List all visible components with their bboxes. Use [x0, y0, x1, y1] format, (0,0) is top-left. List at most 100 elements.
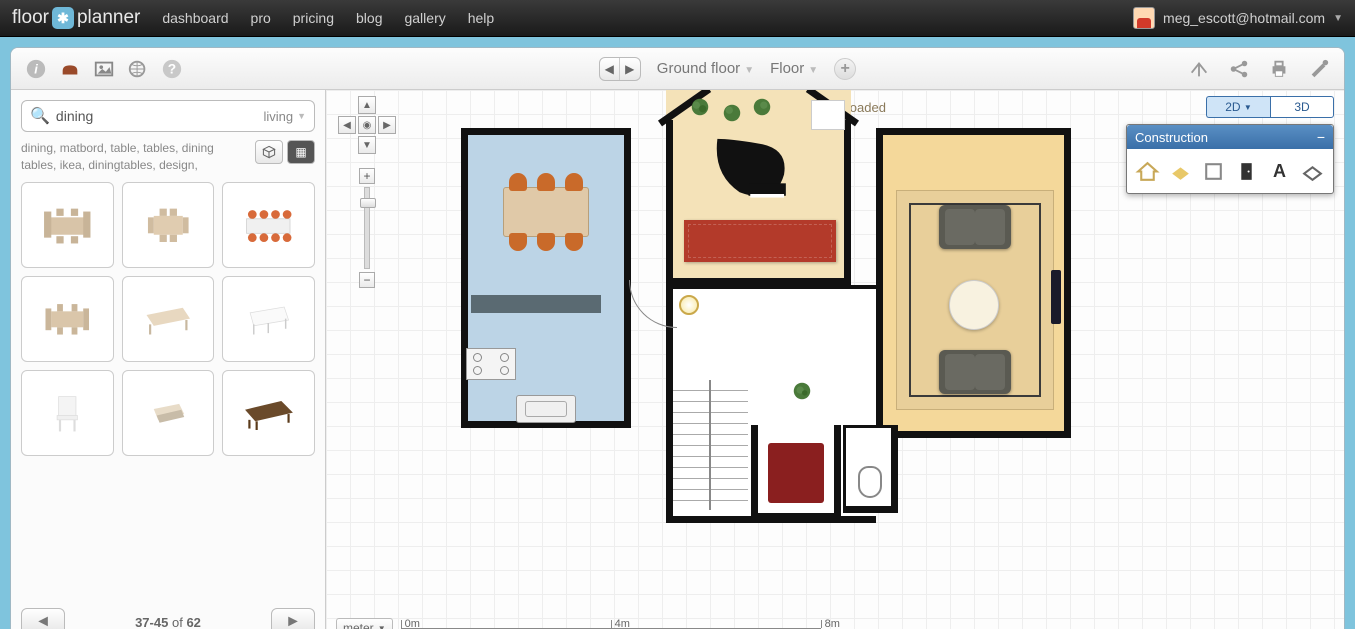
- search-input[interactable]: [56, 108, 256, 124]
- plant-5[interactable]: [791, 380, 813, 402]
- app-frame: i ? ◀ ▶ Ground floor▼ Floor▼ + 🔍 living▼: [10, 47, 1345, 629]
- entry-mat[interactable]: [768, 443, 824, 503]
- zoom-control: + −: [359, 168, 375, 291]
- user-email: meg_escott@hotmail.com: [1163, 10, 1325, 26]
- kitchen-counter[interactable]: [471, 295, 601, 313]
- history-nav: ◀ ▶: [599, 57, 641, 81]
- pan-right[interactable]: ▶: [378, 116, 396, 134]
- view-3d[interactable]: 3D: [1270, 96, 1334, 118]
- user-menu[interactable]: meg_escott@hotmail.com ▼: [1133, 7, 1343, 29]
- logo-left: floor: [12, 7, 49, 29]
- view-2d-thumb[interactable]: ▦: [287, 140, 315, 164]
- panel-header[interactable]: Construction −: [1127, 125, 1333, 149]
- search-icon: 🔍: [30, 106, 50, 126]
- view-3d-thumb[interactable]: [255, 140, 283, 164]
- pan-center[interactable]: ◉: [358, 116, 376, 134]
- toilet[interactable]: [858, 466, 882, 498]
- nav-pro[interactable]: pro: [251, 10, 271, 26]
- top-nav: floor ✱ planner dashboard pro pricing bl…: [0, 0, 1355, 37]
- unit-select[interactable]: meter▼: [336, 618, 393, 629]
- room-entry[interactable]: [751, 425, 841, 520]
- tool-text[interactable]: A: [1267, 157, 1292, 185]
- side-table[interactable]: [811, 100, 845, 130]
- prev-page-button[interactable]: ◄: [21, 608, 65, 629]
- back-button[interactable]: ◀: [600, 58, 620, 80]
- thumb-table-brown[interactable]: [222, 370, 315, 456]
- floor-select[interactable]: Ground floor▼: [657, 60, 754, 77]
- image-icon[interactable]: [89, 54, 119, 84]
- plant-1[interactable]: [689, 96, 711, 118]
- tool-wall[interactable]: [1201, 157, 1226, 185]
- sofa-1[interactable]: [939, 205, 1011, 249]
- next-page-button[interactable]: ►: [271, 608, 315, 629]
- canvas[interactable]: ▲ ▼ ◀ ▶ ◉ + − 2D ▼ 3D Construction −: [326, 90, 1344, 629]
- tool-surface[interactable]: [1168, 157, 1193, 185]
- thumb-dining-set-2[interactable]: [122, 182, 215, 268]
- logo[interactable]: floor ✱ planner: [12, 7, 140, 29]
- construction-panel[interactable]: Construction − A: [1126, 124, 1334, 194]
- floorplan[interactable]: [461, 90, 1071, 530]
- lamp[interactable]: [679, 295, 699, 315]
- room-wc[interactable]: [843, 425, 898, 513]
- door-arc[interactable]: [629, 280, 677, 328]
- tool-dimension[interactable]: [1300, 157, 1325, 185]
- nav-blog[interactable]: blog: [356, 10, 382, 26]
- nav-help[interactable]: help: [468, 10, 494, 26]
- tool-room[interactable]: [1135, 157, 1160, 185]
- zoom-track[interactable]: [364, 187, 370, 269]
- help-icon[interactable]: ?: [157, 54, 187, 84]
- red-rug[interactable]: [684, 220, 836, 262]
- logo-icon: ✱: [52, 7, 74, 29]
- plant-2[interactable]: [721, 102, 743, 124]
- thumb-dining-set-1[interactable]: [21, 182, 114, 268]
- thumb-table-2[interactable]: [222, 276, 315, 362]
- nav-dashboard[interactable]: dashboard: [162, 10, 228, 26]
- pan-left[interactable]: ◀: [338, 116, 356, 134]
- share-icon[interactable]: [1224, 54, 1254, 84]
- globe-icon[interactable]: [123, 54, 153, 84]
- nav-gallery[interactable]: gallery: [404, 10, 445, 26]
- svg-text:i: i: [34, 61, 38, 76]
- zoom-out[interactable]: −: [359, 272, 375, 288]
- settings-icon[interactable]: [1304, 54, 1334, 84]
- stove[interactable]: [466, 348, 516, 380]
- info-icon[interactable]: i: [21, 54, 51, 84]
- dining-table[interactable]: [491, 175, 601, 249]
- sofa-2[interactable]: [939, 350, 1011, 394]
- plant-3[interactable]: [751, 96, 773, 118]
- export-icon[interactable]: [1184, 54, 1214, 84]
- print-icon[interactable]: [1264, 54, 1294, 84]
- page-status: 37-45 of 62: [135, 615, 201, 629]
- level-select[interactable]: Floor▼: [770, 60, 818, 77]
- nav-pricing[interactable]: pricing: [293, 10, 334, 26]
- zoom-handle[interactable]: [360, 198, 376, 208]
- piano[interactable]: [701, 130, 796, 210]
- coffee-table[interactable]: [949, 280, 999, 330]
- pager: ◄ 37-45 of 62 ►: [21, 598, 315, 629]
- zoom-in[interactable]: +: [359, 168, 375, 184]
- thumb-dining-set-3[interactable]: [222, 182, 315, 268]
- tool-door[interactable]: [1234, 157, 1259, 185]
- pan-down[interactable]: ▼: [358, 136, 376, 154]
- stairs[interactable]: [673, 380, 748, 510]
- tv[interactable]: [1051, 270, 1061, 324]
- furniture-grid: [21, 182, 315, 456]
- panel-minimize[interactable]: −: [1317, 129, 1325, 145]
- sink[interactable]: [516, 395, 576, 423]
- pan-up[interactable]: ▲: [358, 96, 376, 114]
- panel-title: Construction: [1135, 130, 1208, 145]
- thumb-coffee-table[interactable]: [122, 370, 215, 456]
- add-floor-button[interactable]: +: [834, 58, 856, 80]
- svg-text:?: ?: [168, 61, 176, 76]
- thumb-dining-set-4[interactable]: [21, 276, 114, 362]
- thumb-chair[interactable]: [21, 370, 114, 456]
- breadcrumb: Ground floor▼ Floor▼ +: [657, 58, 856, 80]
- search-box[interactable]: 🔍 living▼: [21, 100, 315, 132]
- view-2d[interactable]: 2D ▼: [1206, 96, 1270, 118]
- forward-button[interactable]: ▶: [620, 58, 640, 80]
- pan-control: ▲ ▼ ◀ ▶ ◉: [338, 96, 396, 154]
- thumb-table-1[interactable]: [122, 276, 215, 362]
- furniture-icon[interactable]: [55, 54, 85, 84]
- logo-right: planner: [77, 7, 140, 29]
- category-select[interactable]: living▼: [263, 109, 306, 124]
